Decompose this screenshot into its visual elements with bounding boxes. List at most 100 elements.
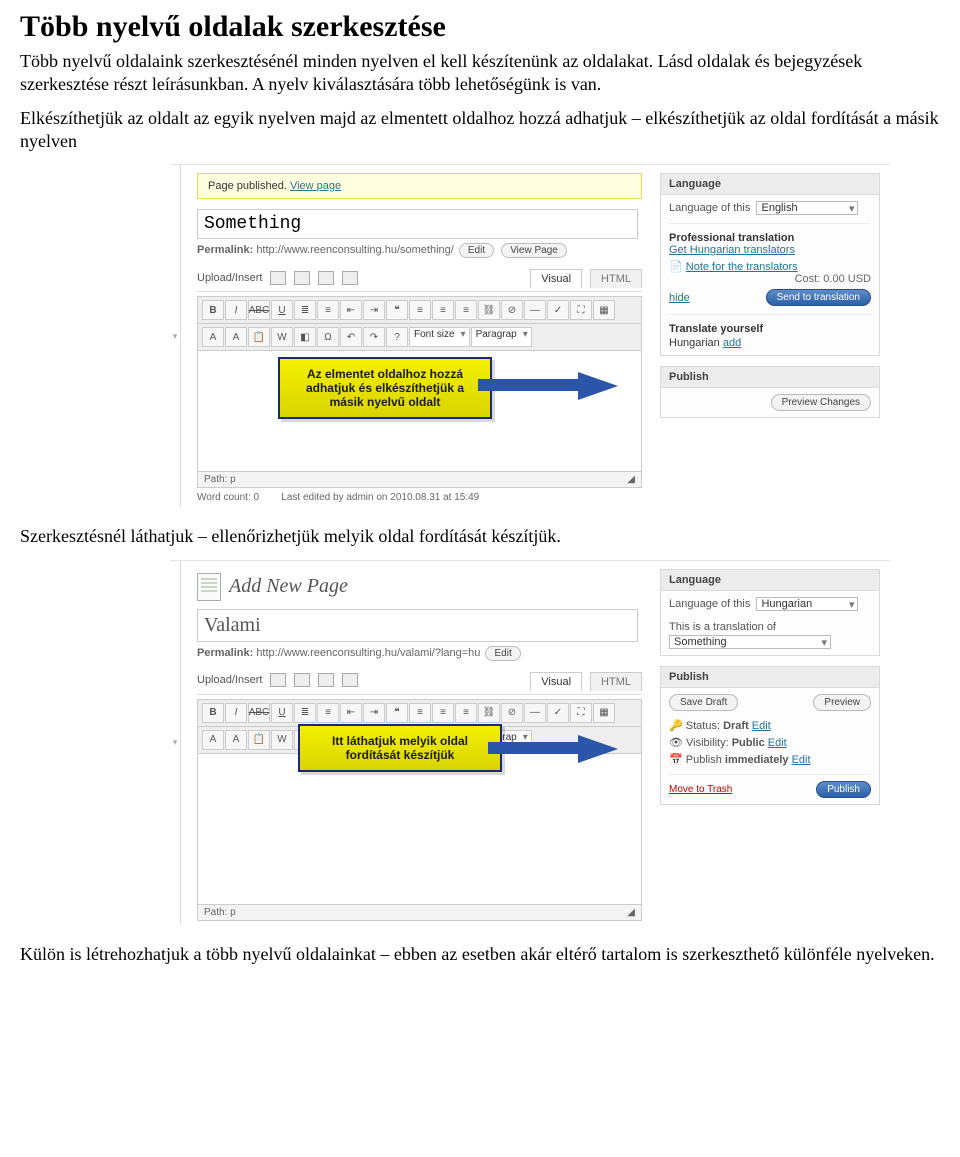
- align-center-icon[interactable]: ≡: [432, 703, 454, 723]
- more-icon[interactable]: —: [524, 300, 546, 320]
- publish-panel-title: Publish: [661, 367, 879, 388]
- editor-area[interactable]: Az elmentet oldalhoz hozzá adhatjuk és e…: [197, 351, 642, 472]
- language-select[interactable]: English: [756, 201, 858, 215]
- paragraph-select[interactable]: Paragrap: [471, 327, 532, 347]
- publish-button[interactable]: Publish: [816, 781, 871, 798]
- color-icon[interactable]: A: [225, 327, 247, 347]
- edit-visibility-link[interactable]: Edit: [768, 737, 787, 749]
- page-title-input[interactable]: [197, 209, 638, 239]
- paste-word-icon[interactable]: W: [271, 327, 293, 347]
- paste-word-icon[interactable]: W: [271, 730, 293, 750]
- italic-icon[interactable]: I: [225, 703, 247, 723]
- translation-of-label: This is a translation of: [669, 621, 871, 633]
- language-select[interactable]: Hungarian: [756, 597, 858, 611]
- send-to-translation-button[interactable]: Send to translation: [766, 289, 871, 306]
- fullscreen-icon[interactable]: ⛶: [570, 300, 592, 320]
- preview-changes-button[interactable]: Preview Changes: [771, 394, 871, 411]
- collapse-arrow-icon[interactable]: ▾: [170, 561, 181, 925]
- color-icon[interactable]: A: [225, 730, 247, 750]
- align-right-icon[interactable]: ≡: [455, 300, 477, 320]
- move-to-trash-link[interactable]: Move to Trash: [669, 784, 732, 795]
- resize-icon[interactable]: ◢: [627, 907, 635, 918]
- view-page-button[interactable]: View Page: [501, 243, 567, 258]
- hide-link[interactable]: hide: [669, 292, 690, 304]
- publish-panel: Publish Preview Changes: [660, 366, 880, 418]
- add-video-icon[interactable]: [294, 673, 310, 687]
- kitchensink-icon[interactable]: ▦: [593, 703, 615, 723]
- visual-tab[interactable]: Visual: [530, 269, 582, 288]
- page-title-input[interactable]: [197, 609, 638, 642]
- strike-icon[interactable]: ABC: [248, 300, 270, 320]
- align-center-icon[interactable]: ≡: [432, 300, 454, 320]
- paste-icon[interactable]: 📋: [248, 730, 270, 750]
- link-icon[interactable]: ⛓: [478, 300, 500, 320]
- align-left-icon[interactable]: ≡: [409, 703, 431, 723]
- html-tab[interactable]: HTML: [590, 672, 642, 691]
- paste-icon[interactable]: 📋: [248, 327, 270, 347]
- save-draft-button[interactable]: Save Draft: [669, 694, 738, 711]
- spellcheck-icon[interactable]: ✓: [547, 300, 569, 320]
- fullscreen-icon[interactable]: ⛶: [570, 703, 592, 723]
- language-panel-title: Language: [661, 174, 879, 195]
- more-icon[interactable]: —: [524, 703, 546, 723]
- unlink-icon[interactable]: ⊘: [501, 300, 523, 320]
- collapse-arrow-icon[interactable]: ▾: [170, 165, 181, 507]
- unlink-icon[interactable]: ⊘: [501, 703, 523, 723]
- screenshot-add-new-page: ▾ Add New Page Permalink: http://www.ree…: [170, 560, 890, 925]
- cost-label: Cost: 0.00 USD: [669, 273, 871, 285]
- preview-button[interactable]: Preview: [813, 694, 871, 711]
- ol-icon[interactable]: ≡: [317, 703, 339, 723]
- language-of-this-label: Language of this: [669, 598, 750, 610]
- undo-icon[interactable]: ↶: [340, 327, 362, 347]
- edit-status-link[interactable]: Edit: [752, 720, 771, 732]
- help-icon[interactable]: ?: [386, 327, 408, 347]
- visual-tab[interactable]: Visual: [530, 672, 582, 691]
- ul-icon[interactable]: ≣: [294, 703, 316, 723]
- add-audio-icon[interactable]: [318, 673, 334, 687]
- kitchensink-icon[interactable]: ▦: [593, 300, 615, 320]
- font-size-select[interactable]: Font size: [409, 327, 470, 347]
- note-translators-link[interactable]: Note for the translators: [686, 261, 798, 273]
- ul-icon[interactable]: ≣: [294, 300, 316, 320]
- redo-icon[interactable]: ↷: [363, 327, 385, 347]
- bold-icon[interactable]: B: [202, 703, 224, 723]
- add-translation-link[interactable]: add: [723, 337, 741, 349]
- link-icon[interactable]: ⛓: [478, 703, 500, 723]
- html-tab[interactable]: HTML: [590, 269, 642, 288]
- add-media-icon[interactable]: [342, 673, 358, 687]
- strike-icon[interactable]: ABC: [248, 703, 270, 723]
- indent-icon[interactable]: ⇥: [363, 703, 385, 723]
- bold-icon[interactable]: B: [202, 300, 224, 320]
- translation-of-select[interactable]: Something: [669, 635, 831, 649]
- outdent-icon[interactable]: ⇤: [340, 703, 362, 723]
- add-image-icon[interactable]: [270, 271, 286, 285]
- style-icon[interactable]: A: [202, 730, 224, 750]
- edit-permalink-button[interactable]: Edit: [459, 243, 494, 258]
- edit-schedule-link[interactable]: Edit: [792, 754, 811, 766]
- add-media-icon[interactable]: [342, 271, 358, 285]
- char-icon[interactable]: Ω: [317, 327, 339, 347]
- eraser-icon[interactable]: ◧: [294, 327, 316, 347]
- outdent-icon[interactable]: ⇤: [340, 300, 362, 320]
- view-page-link[interactable]: View page: [290, 180, 341, 192]
- resize-icon[interactable]: ◢: [627, 474, 635, 485]
- edit-permalink-button[interactable]: Edit: [485, 646, 520, 661]
- add-video-icon[interactable]: [294, 271, 310, 285]
- path-label: Path: p: [204, 474, 236, 485]
- editor-area[interactable]: Itt láthatjuk melyik oldal fordítását ké…: [197, 754, 642, 905]
- get-translators-link[interactable]: Get Hungarian translators: [669, 244, 795, 256]
- indent-icon[interactable]: ⇥: [363, 300, 385, 320]
- add-image-icon[interactable]: [270, 673, 286, 687]
- align-right-icon[interactable]: ≡: [455, 703, 477, 723]
- ol-icon[interactable]: ≡: [317, 300, 339, 320]
- quote-icon[interactable]: ❝: [386, 703, 408, 723]
- italic-icon[interactable]: I: [225, 300, 247, 320]
- style-icon[interactable]: A: [202, 327, 224, 347]
- underline-icon[interactable]: U: [271, 703, 293, 723]
- add-audio-icon[interactable]: [318, 271, 334, 285]
- publish-panel-title: Publish: [661, 667, 879, 688]
- underline-icon[interactable]: U: [271, 300, 293, 320]
- quote-icon[interactable]: ❝: [386, 300, 408, 320]
- align-left-icon[interactable]: ≡: [409, 300, 431, 320]
- spellcheck-icon[interactable]: ✓: [547, 703, 569, 723]
